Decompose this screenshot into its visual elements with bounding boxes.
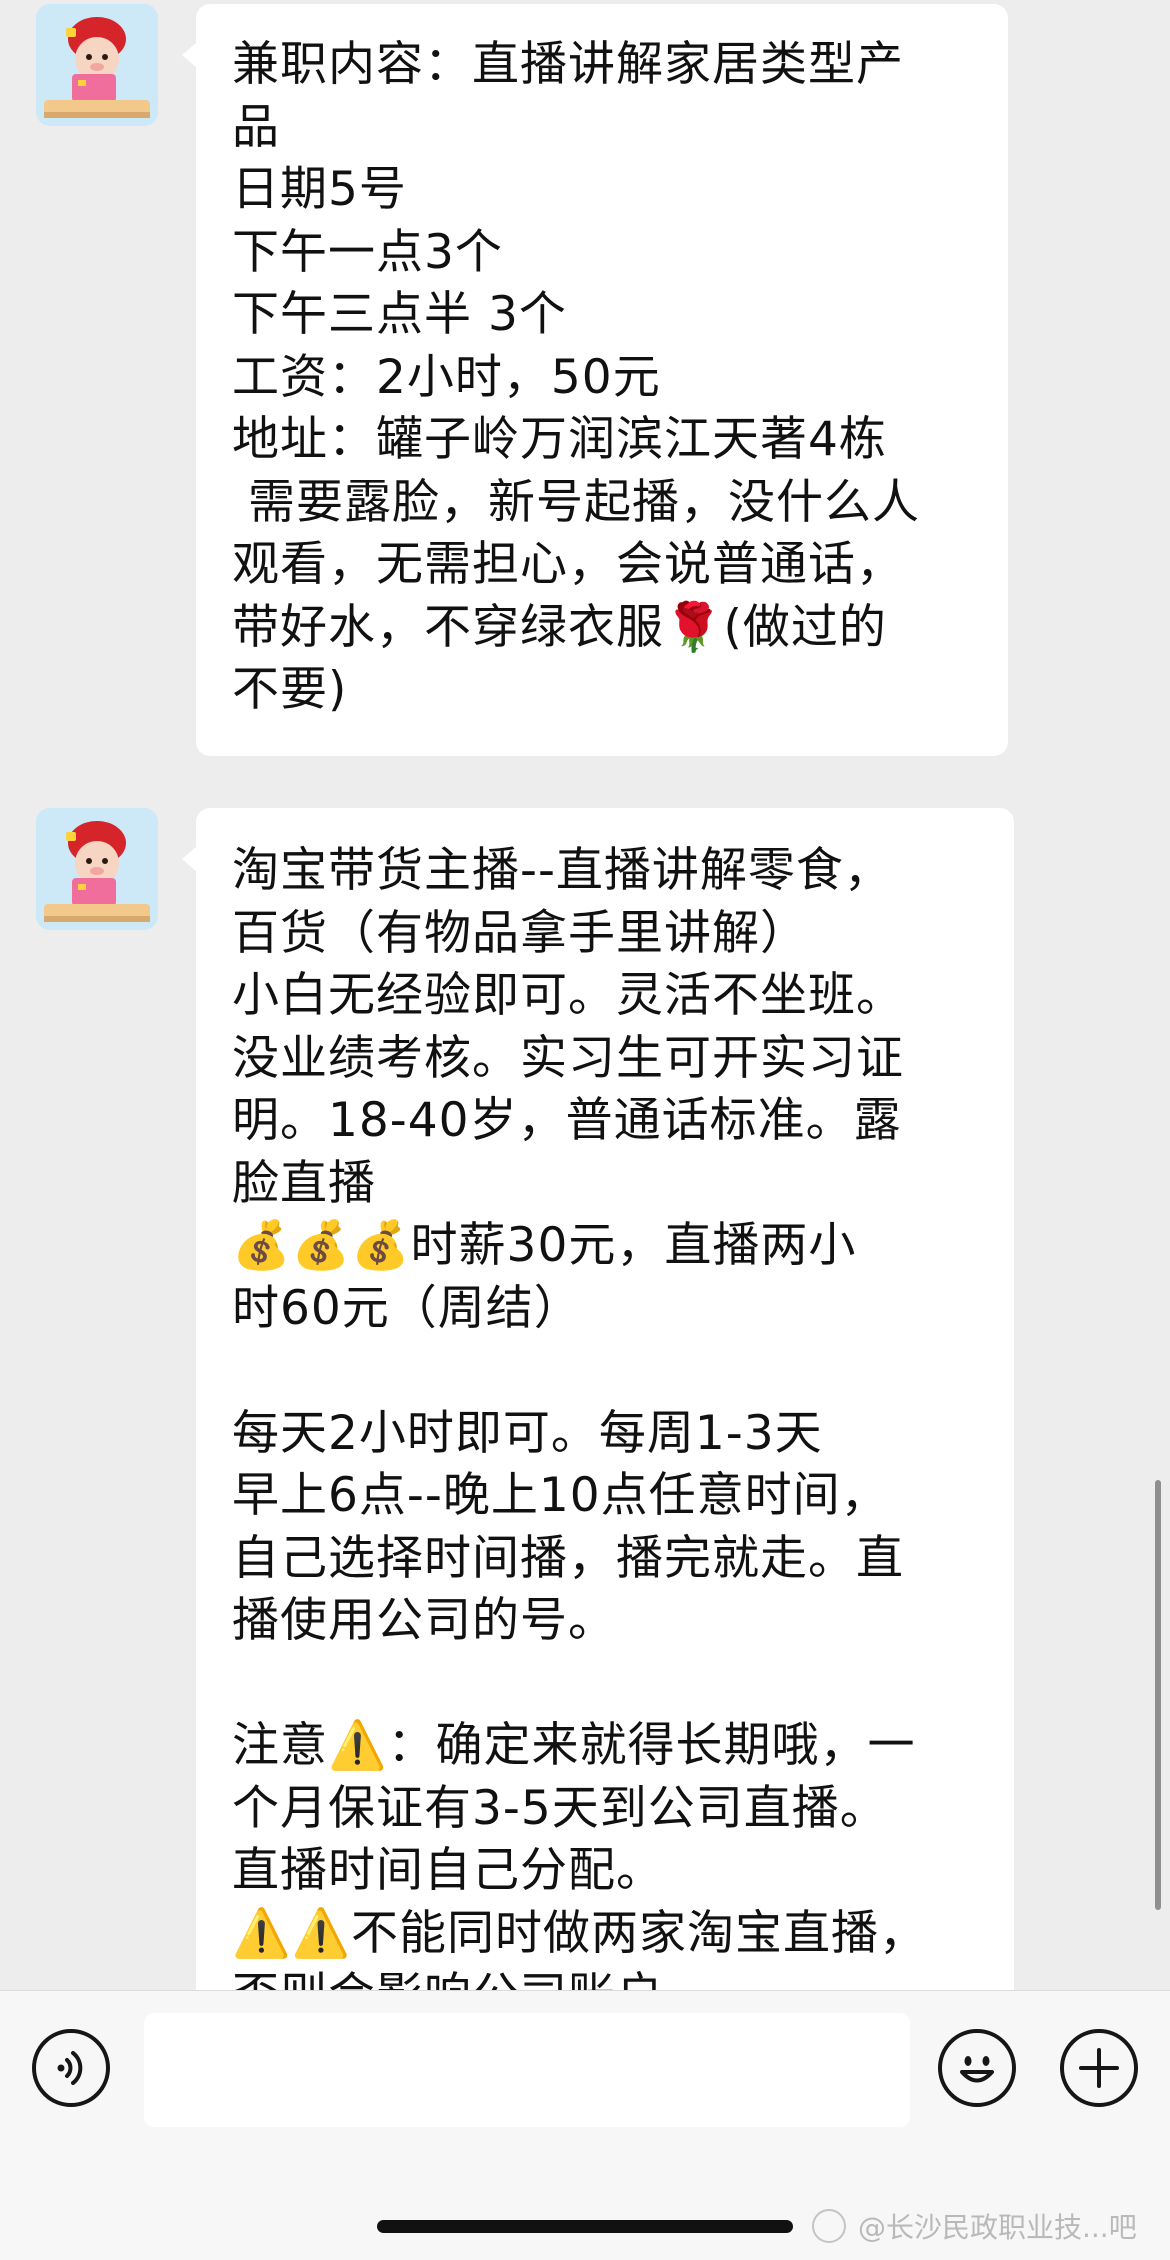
chat-area[interactable]: 兼职内容：直播讲解家居类型产 品 日期5号 下午一点3个 下午三点半 3个 工资… — [0, 0, 1170, 1990]
voice-icon — [57, 2051, 83, 2085]
watermark-text: @长沙民政职业技...吧 — [858, 2211, 1137, 2244]
avatar[interactable] — [36, 4, 158, 126]
watermark-logo-icon — [812, 2209, 846, 2243]
message-line: 需要露脸，新号起播，没什么人 — [232, 474, 920, 530]
avatar-image — [36, 4, 158, 126]
message-line: 播使用公司的号。 — [232, 1593, 616, 1648]
message-line: 百货（有物品拿手里讲解） — [232, 905, 808, 961]
message-line: 品 — [232, 99, 280, 155]
message-line: 日期5号 — [232, 162, 407, 217]
scrollbar[interactable] — [1155, 1480, 1161, 1910]
message-line: 每天2小时即可。每周1-3天 — [232, 1405, 823, 1461]
message-line: 下午一点3个 — [232, 224, 503, 280]
message-line: 淘宝带货主播--直播讲解零食， — [232, 843, 892, 898]
message-line: 明。18-40岁，普通话标准。露 — [232, 1093, 902, 1148]
message-line: 否则会影响公司账户 — [232, 1965, 974, 1990]
plus-icon — [1079, 2048, 1119, 2088]
watermark: @长沙民政职业技...吧 — [812, 2206, 1137, 2246]
voice-button[interactable] — [32, 2029, 110, 2107]
message-line: ⚠️⚠️不能同时做两家淘宝直播， — [232, 1905, 928, 1961]
message-bubble[interactable]: 淘宝带货主播--直播讲解零食， 百货（有物品拿手里讲解） 小白无经验即可。灵活不… — [182, 808, 1014, 1990]
plus-button[interactable] — [1060, 2029, 1138, 2107]
message-line: 脸直播 — [232, 1155, 376, 1211]
message-line: 自己选择时间播，播完就走。直 — [232, 1530, 904, 1586]
message-input[interactable] — [144, 2013, 910, 2127]
message-line: 不要) — [232, 662, 348, 717]
message-line: 没业绩考核。实习生可开实习证 — [232, 1030, 904, 1086]
message-bubble[interactable]: 兼职内容：直播讲解家居类型产 品 日期5号 下午一点3个 下午三点半 3个 工资… — [182, 4, 1008, 756]
message-line: 小白无经验即可。灵活不坐班。 — [232, 968, 904, 1023]
message-line: 下午三点半 3个 — [232, 287, 567, 342]
message-line: 直播时间自己分配。 — [232, 1843, 664, 1898]
message-line: 早上6点--晚上10点任意时间， — [232, 1468, 889, 1523]
message-line: 个月保证有3-5天到公司直播。 — [232, 1780, 888, 1836]
emoji-button[interactable] — [938, 2029, 1016, 2107]
message-line: 时60元（周结） — [232, 1280, 582, 1336]
message-line: 观看，无需担心，会说普通话， — [232, 537, 904, 592]
avatar-image — [36, 808, 158, 930]
home-indicator[interactable] — [377, 2220, 793, 2233]
smiley-icon — [960, 2056, 994, 2083]
message-line: 工资：2小时，50元 — [232, 349, 661, 405]
message-line: 兼职内容：直播讲解家居类型产 — [232, 37, 904, 92]
message-line: 注意⚠️：确定来就得长期哦，一 — [232, 1718, 916, 1773]
message-line: 地址：罐子岭万润滨江天著4栋 — [232, 412, 887, 467]
message-line: 带好水，不穿绿衣服🌹(做过的 — [232, 599, 887, 655]
avatar[interactable] — [36, 808, 158, 930]
message-line: 💰💰💰时薪30元，直播两小 — [232, 1218, 857, 1273]
